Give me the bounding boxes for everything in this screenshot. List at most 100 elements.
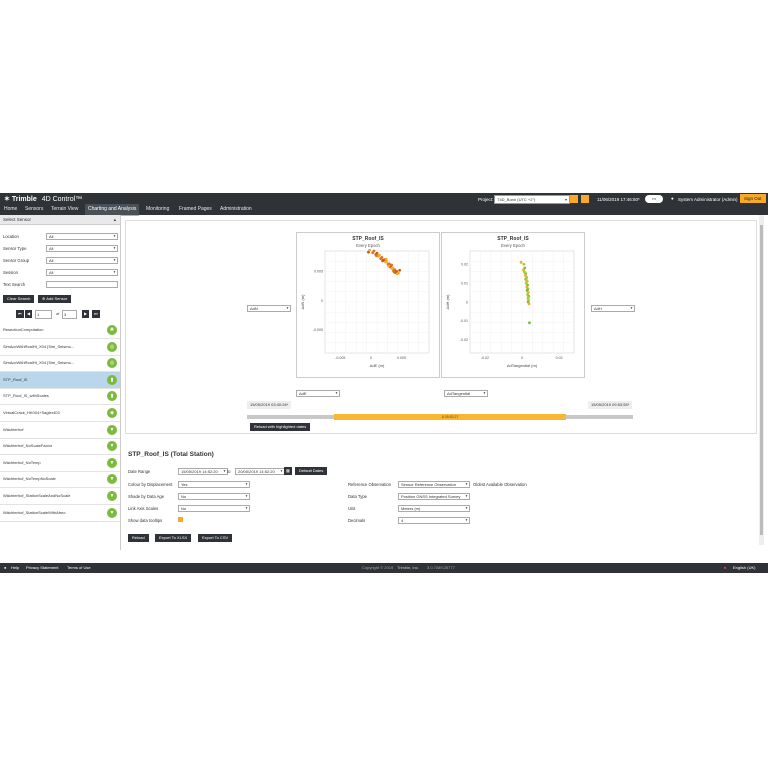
- language-selector[interactable]: English (UK): [733, 563, 755, 573]
- scatter-chart-right[interactable]: -0.02 0 0.02 0.02 0.01 0 -0.01 -0.02 ΔdTangentia…: [442, 249, 584, 375]
- reload-button[interactable]: Reload: [128, 534, 149, 542]
- text-search-input[interactable]: [46, 281, 118, 288]
- page-total: 3: [62, 310, 77, 319]
- prev-page-icon[interactable]: ◀: [25, 310, 33, 318]
- data-type-select[interactable]: Position GNSS Integrated Survey ▼: [398, 493, 470, 500]
- page-number-input[interactable]: 1: [35, 310, 52, 319]
- scatter-point[interactable]: [375, 251, 379, 255]
- scatter-point[interactable]: [397, 271, 400, 275]
- sensor-list-item[interactable]: Wächterhof_NoTemp ▼: [0, 455, 120, 472]
- chevron-down-icon: ▼: [113, 234, 116, 238]
- project-info-button[interactable]: [581, 195, 589, 203]
- copyright-text: Copyright © 2019: [362, 565, 394, 570]
- sensor-list-item[interactable]: SimAccWithRealHt_X04 [Sim_Seismo... ◎: [0, 355, 120, 373]
- date-from-input[interactable]: 15/05/2019 14:52:20 ▼: [178, 468, 228, 475]
- clear-search-button[interactable]: Clear Search: [3, 295, 35, 303]
- add-sensor-button[interactable]: ⊕ Add Sensor: [38, 295, 72, 303]
- sensor-list-item[interactable]: Wächterhof_StationScaleAndNoScale ▼: [0, 488, 120, 505]
- sensor-list-item[interactable]: Wächterhof ▼: [0, 422, 120, 439]
- timeline-duration: Δ 05:53:27: [441, 415, 459, 419]
- nav-monitoring[interactable]: Monitoring: [143, 204, 172, 215]
- scatter-point[interactable]: [390, 263, 394, 267]
- scatter-point[interactable]: [384, 257, 388, 261]
- scatter-point[interactable]: [367, 250, 370, 254]
- show-tooltips-checkbox[interactable]: [178, 517, 183, 522]
- export-xlsx-button[interactable]: Export To XLSX: [155, 534, 192, 542]
- scatter-point[interactable]: [380, 256, 384, 259]
- left-y-axis-select[interactable]: ΔdN ▼: [247, 305, 291, 312]
- sensor-list-item[interactable]: VirtualCrack_HK004+Sagler403 ◆: [0, 405, 120, 422]
- right-x-axis-select[interactable]: ΔdTangential ▼: [444, 390, 488, 397]
- sensor-list-item[interactable]: SimAccWithRealHt_X04 [Sim_Seismo... ◎: [0, 339, 120, 356]
- scatter-point[interactable]: [372, 249, 376, 253]
- left-x-axis-select[interactable]: ΔdE ▼: [296, 390, 340, 397]
- nav-sensors[interactable]: Sensors: [22, 204, 46, 215]
- reload-highlighted-dates-button[interactable]: Reload with highlighted dates: [250, 423, 311, 431]
- nav-home[interactable]: Home: [1, 204, 20, 215]
- scrollbar-thumb[interactable]: [760, 225, 763, 535]
- sensor-list-item[interactable]: Wächterhof_StationScaleWithAtmo ▼: [0, 505, 120, 522]
- project-select[interactable]: T4D_Bonn (UTC +2°) ▾: [494, 195, 570, 204]
- scatter-point[interactable]: [525, 288, 529, 292]
- nav-framed-pages[interactable]: Framed Pages: [176, 204, 215, 215]
- right-y-axis-select[interactable]: ΔdH ▼: [591, 305, 635, 312]
- sensor-list-item[interactable]: STP_Roof_IS_withScales ▮: [0, 388, 120, 406]
- colour-by-displacement-select[interactable]: Yes ▼: [178, 481, 250, 488]
- station-icon: ▮: [107, 374, 117, 385]
- calendar-icon[interactable]: ▦: [284, 467, 292, 475]
- sensor-list-item[interactable]: STP_Roof_IS ▮: [0, 371, 120, 389]
- terms-link[interactable]: Terms of Use: [67, 563, 91, 573]
- date-to-input[interactable]: 20/05/2019 14:52:20 ▼: [235, 468, 285, 475]
- scatter-chart-left[interactable]: -0.005 0 0.005 0.005 0 -0.005 ΔdE (m) ΔdN (m): [297, 249, 439, 375]
- scatter-point[interactable]: [525, 278, 528, 282]
- decimals-select[interactable]: 4 ▼: [398, 517, 470, 524]
- filter-label-text-search: Text Search: [3, 282, 26, 287]
- project-settings-button[interactable]: [570, 195, 578, 203]
- session-select[interactable]: All ▼: [46, 269, 118, 276]
- scatter-point[interactable]: [374, 254, 378, 258]
- x-tick-label: 0.02: [556, 356, 563, 360]
- nav-administration[interactable]: Administration: [217, 204, 255, 215]
- scatter-point[interactable]: [528, 321, 531, 325]
- units-toggle[interactable]: m: [645, 195, 663, 203]
- company-text: Trimble, Inc.: [397, 565, 419, 570]
- sensor-list-item[interactable]: Wächterhof_NoTempNoScale ▼: [0, 471, 120, 489]
- scatter-point[interactable]: [378, 253, 381, 257]
- privacy-link[interactable]: Privacy Statement: [26, 563, 58, 573]
- scatter-point[interactable]: [523, 271, 527, 275]
- scatter-point[interactable]: [522, 262, 526, 266]
- sensor-type-select[interactable]: All ▼: [46, 245, 118, 252]
- scatter-point[interactable]: [398, 268, 402, 272]
- reference-observation-select[interactable]: Sensor Reference Observation ▼: [398, 481, 470, 488]
- nav-terrain-view[interactable]: Terrain View: [48, 204, 81, 215]
- location-select[interactable]: All ▼: [46, 233, 118, 240]
- scatter-point[interactable]: [519, 260, 523, 264]
- help-link[interactable]: Help: [11, 563, 19, 573]
- unit-select[interactable]: Meters (m) ▼: [398, 505, 470, 512]
- gnss-icon: ▼: [107, 457, 117, 468]
- x-tick-label: -0.005: [335, 356, 345, 360]
- field-label-link-axis-scales: Link Axis Scales: [128, 506, 159, 511]
- scatter-point[interactable]: [381, 259, 384, 263]
- sensor-name: STP_Roof_IS_withScales: [3, 393, 49, 399]
- export-csv-button[interactable]: Export To CSV: [198, 534, 233, 542]
- shade-by-data-age-select[interactable]: No ▼: [178, 493, 250, 500]
- scatter-point[interactable]: [527, 302, 531, 306]
- scatter-point[interactable]: [392, 270, 396, 274]
- main-scrollbar[interactable]: [759, 215, 764, 545]
- sensor-list-item[interactable]: ResectionComputation ✺: [0, 322, 120, 339]
- default-dates-button[interactable]: Default Dates: [295, 467, 328, 475]
- next-page-icon[interactable]: ▶: [82, 310, 90, 318]
- chevron-up-icon[interactable]: ▴: [114, 215, 116, 224]
- sign-out-button[interactable]: Sign Out: [740, 194, 766, 203]
- sensor-group-select[interactable]: All ▼: [46, 257, 118, 264]
- sensor-list-item[interactable]: Wächterhof_NoScaleFactor ▼: [0, 438, 120, 456]
- scatter-point[interactable]: [526, 295, 530, 299]
- uk-flag-icon: ■: [724, 565, 727, 570]
- last-page-icon[interactable]: ⏭: [92, 310, 100, 318]
- timeline-selection[interactable]: Δ 05:53:27: [334, 414, 566, 420]
- scatter-point[interactable]: [387, 264, 391, 268]
- scatter-point[interactable]: [385, 260, 389, 263]
- link-axis-scales-select[interactable]: No ▼: [178, 505, 250, 512]
- first-page-icon[interactable]: ⏮: [16, 310, 24, 318]
